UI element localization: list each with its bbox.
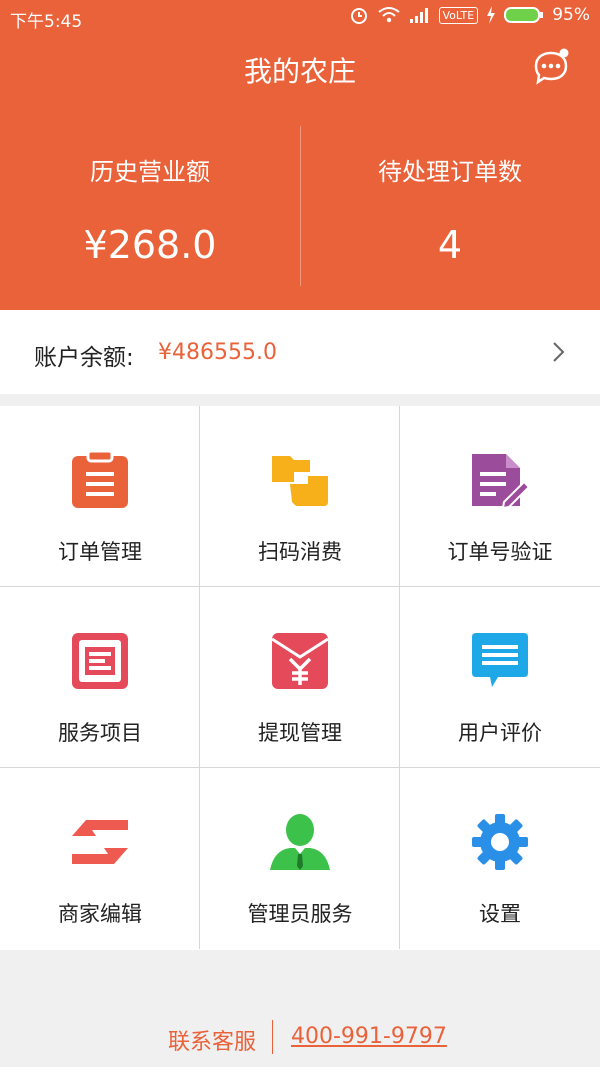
message-button[interactable] [530, 46, 574, 90]
menu-item-settings[interactable]: 设置 [400, 768, 600, 949]
chevron-right-icon [553, 342, 565, 362]
stat-pending-label: 待处理订单数 [378, 158, 522, 186]
stats-panel: 历史营业额 ¥268.0 待处理订单数 4 [0, 126, 600, 286]
swap-arrows-icon [72, 820, 128, 864]
menu-item-scan-consume[interactable]: 扫码消费 [200, 406, 400, 587]
menu-label: 扫码消费 [258, 540, 342, 564]
stat-revenue-label: 历史营业额 [90, 158, 210, 186]
wifi-icon [377, 7, 400, 23]
signal-icon [409, 8, 428, 23]
document-edit-icon [472, 454, 530, 510]
comment-bubble-icon [472, 633, 528, 687]
menu-label: 设置 [479, 902, 521, 926]
menu-label: 用户评价 [458, 721, 542, 745]
admin-user-icon [270, 814, 330, 870]
battery-icon [504, 7, 544, 23]
yuan-envelope-icon [271, 633, 329, 689]
status-time: 下午5:45 [10, 12, 83, 32]
balance-label: 账户余额: [34, 345, 134, 371]
balance-row[interactable]: 账户余额: ¥486555.0 [0, 310, 600, 394]
service-list-icon [72, 633, 128, 689]
clipboard-icon [72, 450, 128, 508]
chat-bubble-icon [534, 48, 569, 85]
menu-item-service-items[interactable]: 服务项目 [0, 587, 200, 768]
menu-item-admin-service[interactable]: 管理员服务 [200, 768, 400, 949]
menu-label: 服务项目 [58, 721, 142, 745]
menu-item-merchant-edit[interactable]: 商家编辑 [0, 768, 200, 949]
battery-percent: 95% [552, 5, 590, 25]
menu-item-withdraw[interactable]: 提现管理 [200, 587, 400, 768]
header: 我的农庄 历史营业额 ¥268.0 待处理订单数 4 [0, 34, 600, 310]
menu-item-user-reviews[interactable]: 用户评价 [400, 587, 600, 768]
menu-label: 订单管理 [58, 540, 142, 564]
alarm-icon [350, 8, 367, 24]
status-bar: 下午5:45 VoLTE 95% [0, 0, 600, 34]
stat-pending-orders: 待处理订单数 4 [300, 126, 600, 286]
menu-grid: 订单管理 扫码消费 订单号验证 服务项目 提现管理 用户评价 商家编辑 管理员服… [0, 406, 600, 950]
scan-folder-icon [272, 456, 328, 506]
charging-icon [487, 6, 496, 24]
menu-label: 订单号验证 [447, 540, 553, 564]
stats-divider [300, 126, 301, 286]
page-title: 我的农庄 [243, 55, 356, 88]
menu-label: 商家编辑 [58, 902, 142, 926]
gear-icon [472, 814, 528, 870]
status-icons: VoLTE 95% [349, 5, 590, 25]
menu-label: 管理员服务 [247, 902, 353, 926]
stat-pending-value: 4 [437, 223, 463, 267]
footer-divider [272, 1020, 273, 1054]
contact-phone-link[interactable]: 400-991-9797 [291, 1024, 447, 1049]
contact-label: 联系客服 [167, 1030, 256, 1055]
menu-label: 提现管理 [258, 721, 342, 745]
balance-value: ¥486555.0 [158, 340, 277, 365]
footer-contact: 联系客服 400-991-9797 [0, 1018, 600, 1058]
menu-item-order-management[interactable]: 订单管理 [0, 406, 200, 587]
stat-revenue-value: ¥268.0 [83, 223, 217, 267]
stat-revenue: 历史营业额 ¥268.0 [0, 126, 300, 286]
volte-badge: VoLTE [438, 6, 479, 24]
menu-item-order-verify[interactable]: 订单号验证 [400, 406, 600, 587]
